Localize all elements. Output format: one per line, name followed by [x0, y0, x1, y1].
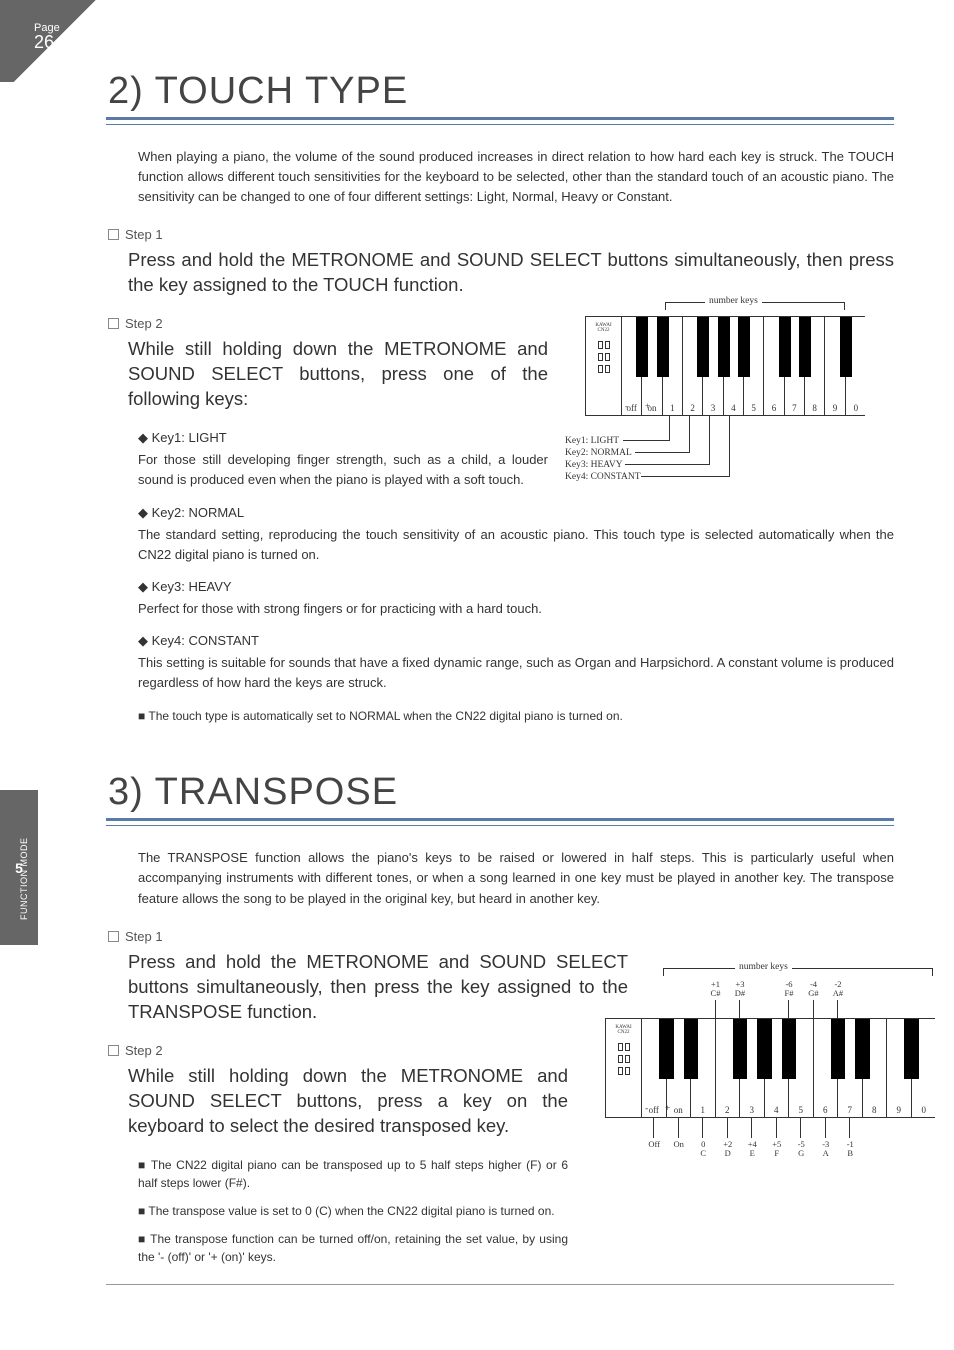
key-label: 3	[740, 1105, 764, 1115]
key-label: 1	[663, 403, 682, 413]
section-2-note1: ■ The CN22 digital piano can be transpos…	[138, 1156, 568, 1192]
number-keys-label: number keys	[735, 962, 792, 972]
key2-legend: Key2: NORMAL	[565, 448, 632, 458]
key-label: 4	[765, 1105, 789, 1115]
section-2-note2: ■ The transpose value is set to 0 (C) wh…	[138, 1202, 568, 1220]
key-label: 3	[703, 403, 722, 413]
off-on-label: Off	[643, 1140, 665, 1149]
off-on-label: On	[668, 1140, 690, 1149]
black-key	[738, 317, 750, 377]
key-label: 8	[863, 1105, 887, 1115]
key-label: 5	[744, 403, 763, 413]
minus-label: -	[625, 402, 628, 412]
natural-label: +2D	[717, 1140, 739, 1159]
touch-keyboard-diagram: number keys KAWAICN22 offon1234567890 - …	[565, 310, 885, 515]
black-key	[904, 1019, 919, 1079]
transpose-keyboard-diagram: number keys +1C#+3D#-6F#-4G#-2A# KAWAICN…	[605, 970, 954, 1210]
key-label: 9	[825, 403, 844, 413]
black-key	[636, 317, 648, 377]
step-1-body: Press and hold the METRONOME and SOUND S…	[128, 248, 894, 298]
black-key	[718, 317, 730, 377]
black-key	[757, 1019, 772, 1079]
sharp-label: -2A#	[827, 980, 849, 999]
key-label: 7	[785, 403, 804, 413]
natural-label: -3A	[815, 1140, 837, 1159]
minus-label: -	[645, 1104, 648, 1114]
key-label: 0	[846, 403, 866, 413]
plus-label: +	[645, 402, 650, 412]
sharp-label: +1C#	[705, 980, 727, 999]
section-1-title: 2) TOUCH TYPE	[106, 70, 894, 120]
number-keys-label: number keys	[705, 296, 762, 306]
step-1-label: Step 1	[108, 227, 894, 242]
key2-body: The standard setting, reproducing the to…	[138, 525, 894, 565]
page-number: 26	[34, 32, 110, 53]
black-key	[684, 1019, 699, 1079]
key4-body: This setting is suitable for sounds that…	[138, 653, 894, 693]
key-label: 6	[764, 403, 783, 413]
key-label: 2	[716, 1105, 740, 1115]
step-2-body: While still holding down the METRONOME a…	[128, 1064, 568, 1139]
step-2-body: While still holding down the METRONOME a…	[128, 337, 548, 412]
rule	[106, 825, 894, 826]
black-key	[799, 317, 811, 377]
footer-rule	[106, 1284, 894, 1285]
sharp-label: -6F#	[778, 980, 800, 999]
black-key	[855, 1019, 870, 1079]
page-corner: Page 26	[0, 0, 110, 82]
plus-label: +	[665, 1104, 670, 1114]
section-2-note3: ■ The transpose function can be turned o…	[138, 1230, 568, 1266]
key-label: 1	[691, 1105, 715, 1115]
natural-label: -1B	[839, 1140, 861, 1159]
black-key	[697, 317, 709, 377]
key4-heading: ◆ Key4: CONSTANT	[138, 633, 894, 649]
key3-legend: Key3: HEAVY	[565, 460, 623, 470]
key-label: 9	[887, 1105, 911, 1115]
piano-panel: KAWAICN22	[606, 1019, 642, 1117]
key4-legend: Key4: CONSTANT	[565, 472, 641, 482]
black-key	[733, 1019, 748, 1079]
key-label: 2	[683, 403, 702, 413]
section-2-title: 3) TRANSPOSE	[106, 771, 894, 821]
key3-body: Perfect for those with strong fingers or…	[138, 599, 894, 619]
black-key	[782, 1019, 797, 1079]
chapter-label: FUNCTION MODE	[19, 838, 29, 921]
black-key	[657, 317, 669, 377]
rule	[106, 124, 894, 125]
key-label: 8	[805, 403, 824, 413]
side-tab: 5 FUNCTION MODE	[0, 790, 38, 945]
natural-label: -5G	[790, 1140, 812, 1159]
section-2-intro: The TRANSPOSE function allows the piano'…	[138, 848, 894, 908]
step-1-body: Press and hold the METRONOME and SOUND S…	[128, 950, 628, 1025]
black-key	[831, 1019, 846, 1079]
key3-heading: ◆ Key3: HEAVY	[138, 579, 894, 595]
sharp-label: -4G#	[803, 980, 825, 999]
section-1-intro: When playing a piano, the volume of the …	[138, 147, 894, 207]
black-key	[659, 1019, 674, 1079]
natural-label: 0C	[692, 1140, 714, 1159]
key-label: 7	[838, 1105, 862, 1115]
natural-label: +4E	[741, 1140, 763, 1159]
black-key	[779, 317, 791, 377]
key1-legend: Key1: LIGHT	[565, 436, 619, 446]
sharp-label: +3D#	[729, 980, 751, 999]
black-key	[840, 317, 852, 377]
key1-body: For those still developing finger streng…	[138, 450, 548, 490]
section-1-note: ■ The touch type is automatically set to…	[138, 707, 894, 725]
key-label: 4	[724, 403, 743, 413]
key-label: 5	[789, 1105, 813, 1115]
step-1-label: Step 1	[108, 929, 894, 944]
key-label: 6	[814, 1105, 838, 1115]
natural-label: +5F	[766, 1140, 788, 1159]
bracket	[663, 968, 933, 976]
piano-panel: KAWAICN22	[586, 317, 622, 415]
key-label: 0	[912, 1105, 937, 1115]
